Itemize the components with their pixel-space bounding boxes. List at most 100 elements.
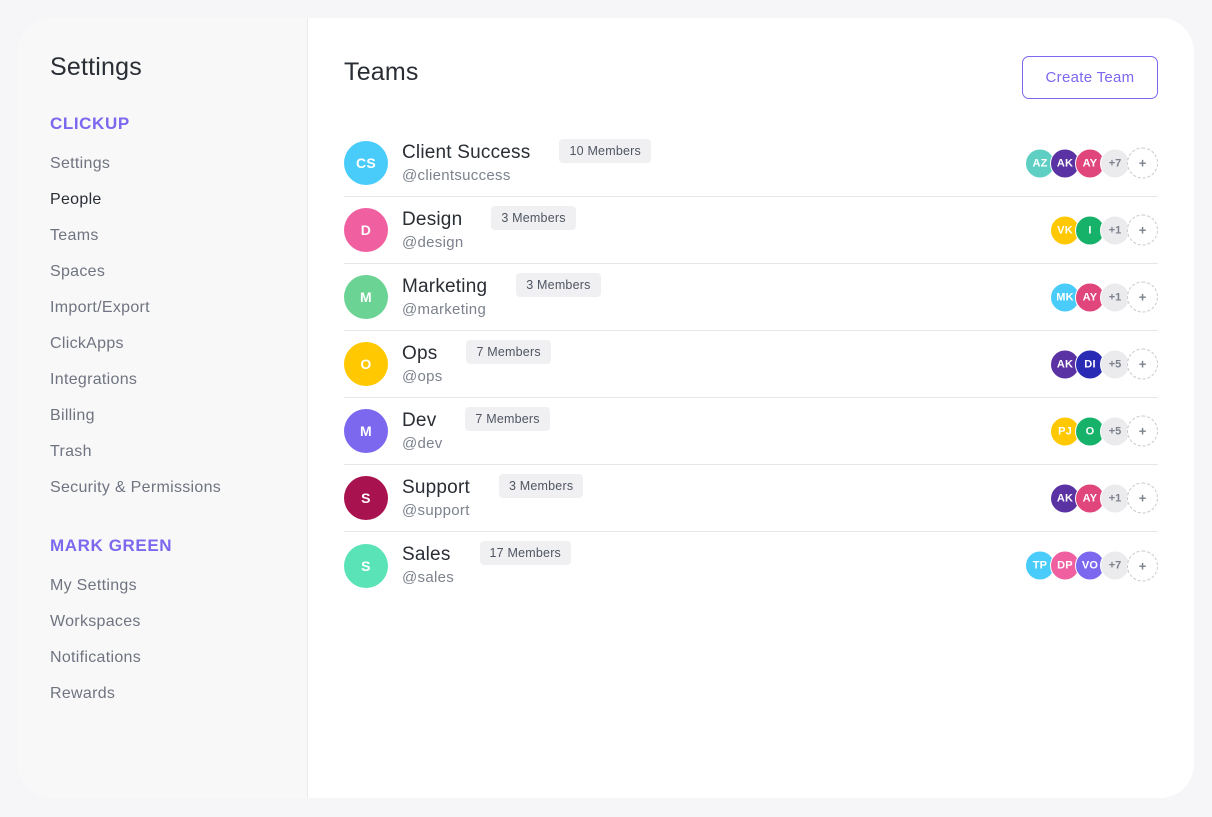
sidebar-item-workspaces[interactable]: Workspaces <box>50 604 307 640</box>
sidebar-item-trash[interactable]: Trash <box>50 434 307 470</box>
more-members-count[interactable]: +1 <box>1100 282 1130 312</box>
member-count-badge: 3 Members <box>516 272 601 297</box>
team-name-line: Sales 17 Members <box>402 541 572 567</box>
section-header-mark-green: MARK GREEN <box>50 536 173 555</box>
add-member-button[interactable]: + <box>1127 281 1158 313</box>
team-name[interactable]: Design <box>402 209 462 231</box>
member-count-badge: 10 Members <box>559 138 651 163</box>
sidebar-item-clickapps[interactable]: ClickApps <box>50 326 307 362</box>
team-row[interactable]: O Ops 7 Members @ops AK DI +5 + <box>344 331 1158 398</box>
sidebar-item-spaces[interactable]: Spaces <box>50 254 307 290</box>
plus-icon: + <box>1138 222 1147 238</box>
add-member-button[interactable]: + <box>1127 415 1158 447</box>
team-avatar: O <box>344 342 388 386</box>
team-info: Ops 7 Members @ops <box>402 339 551 387</box>
member-avatar-stack[interactable]: AK AY +1 + <box>1050 482 1158 514</box>
team-handle: @clientsuccess <box>402 166 511 184</box>
team-handle: @sales <box>402 569 455 586</box>
team-name-line: Marketing 3 Members <box>402 272 601 299</box>
sidebar-item-security-and-permissions[interactable]: Security & Permissions <box>50 470 307 506</box>
member-avatar-stack[interactable]: VK I +1 + <box>1050 214 1158 246</box>
team-handle: @ops <box>402 367 443 385</box>
team-avatar: CS <box>344 141 388 185</box>
more-members-count[interactable]: +7 <box>1100 148 1130 178</box>
team-name[interactable]: Client Success <box>402 142 530 164</box>
add-member-button[interactable]: + <box>1127 482 1158 514</box>
team-info: Sales 17 Members @sales <box>402 541 572 588</box>
team-name-line: Ops 7 Members <box>402 339 551 366</box>
plus-icon: + <box>1138 155 1147 171</box>
team-row[interactable]: S Support 3 Members @support AK AY +1 + <box>344 465 1158 532</box>
team-avatar: S <box>344 476 388 520</box>
sidebar-title: Settings <box>50 53 142 81</box>
team-row[interactable]: S Sales 17 Members @sales TP DP VO +7 + <box>344 532 1158 599</box>
add-member-button[interactable]: + <box>1127 550 1158 581</box>
team-row[interactable]: CS Client Success 10 Members @clientsuccess… <box>344 130 1158 197</box>
sidebar-sections: CLICKUP Settings People Teams Spaces Import/E… <box>50 112 307 712</box>
team-avatar: M <box>344 409 388 453</box>
member-count-badge: 3 Members <box>491 205 576 230</box>
more-members-count[interactable]: +7 <box>1100 550 1130 581</box>
member-avatar-stack[interactable]: PJ O +5 + <box>1050 415 1158 447</box>
plus-icon: + <box>1138 423 1147 439</box>
settings-window: Settings CLICKUP Settings People Teams Space… <box>18 18 1194 798</box>
team-name[interactable]: Ops <box>402 343 437 365</box>
section-header-clickup: CLICKUP <box>50 114 130 133</box>
plus-icon: + <box>1138 356 1147 372</box>
more-members-count[interactable]: +1 <box>1100 215 1130 245</box>
team-info: Marketing 3 Members @marketing <box>402 272 601 320</box>
add-member-button[interactable]: + <box>1127 348 1158 380</box>
team-handle: @marketing <box>402 300 487 318</box>
plus-icon: + <box>1138 490 1147 506</box>
plus-icon: + <box>1138 289 1147 305</box>
team-info: Design 3 Members @design <box>402 205 576 253</box>
more-members-count[interactable]: +5 <box>1100 416 1130 446</box>
sidebar-item-teams[interactable]: Teams <box>50 218 307 254</box>
teams-panel: Teams Create Team CS Client Success 10 Mem… <box>308 18 1194 798</box>
team-handle: @design <box>402 233 464 251</box>
team-name[interactable]: Marketing <box>402 276 487 298</box>
team-name-line: Dev 7 Members <box>402 406 550 433</box>
member-avatar-stack[interactable]: AZ AK AY +7 + <box>1025 147 1158 179</box>
sidebar-item-import-export[interactable]: Import/Export <box>50 290 307 326</box>
add-member-button[interactable]: + <box>1127 147 1158 179</box>
add-member-button[interactable]: + <box>1127 214 1158 246</box>
sidebar-item-people[interactable]: People <box>50 182 307 218</box>
sidebar-item-notifications[interactable]: Notifications <box>50 640 307 676</box>
sidebar-item-billing[interactable]: Billing <box>50 398 307 434</box>
sidebar-item-integrations[interactable]: Integrations <box>50 362 307 398</box>
member-avatar-stack[interactable]: TP DP VO +7 + <box>1025 550 1158 581</box>
team-info: Support 3 Members @support <box>402 473 584 521</box>
member-avatar-stack[interactable]: MK AY +1 + <box>1050 281 1158 313</box>
team-name-line: Client Success 10 Members <box>402 138 651 165</box>
team-avatar: M <box>344 275 388 319</box>
team-name-line: Support 3 Members <box>402 473 584 500</box>
team-row[interactable]: D Design 3 Members @design VK I +1 + <box>344 197 1158 264</box>
team-avatar: S <box>344 543 388 588</box>
member-count-badge: 17 Members <box>479 541 572 565</box>
team-name-line: Design 3 Members <box>402 205 576 232</box>
settings-sidebar: Settings CLICKUP Settings People Teams Space… <box>18 18 308 798</box>
sidebar-item-settings[interactable]: Settings <box>50 146 307 182</box>
team-name[interactable]: Support <box>402 477 470 499</box>
team-name[interactable]: Sales <box>402 544 451 566</box>
team-handle: @support <box>402 501 470 519</box>
member-avatar-stack[interactable]: AK DI +5 + <box>1050 348 1158 380</box>
team-list: CS Client Success 10 Members @clientsuccess… <box>344 130 1158 599</box>
more-members-count[interactable]: +1 <box>1100 483 1130 513</box>
more-members-count[interactable]: +5 <box>1100 349 1130 379</box>
team-info: Dev 7 Members @dev <box>402 406 550 454</box>
plus-icon: + <box>1138 558 1147 573</box>
create-team-button[interactable]: Create Team <box>1022 56 1158 99</box>
sidebar-item-my-settings[interactable]: My Settings <box>50 568 307 604</box>
member-count-badge: 7 Members <box>466 339 551 364</box>
team-row[interactable]: M Marketing 3 Members @marketing MK AY +1 + <box>344 264 1158 331</box>
team-info: Client Success 10 Members @clientsuccess <box>402 138 651 186</box>
team-row[interactable]: M Dev 7 Members @dev PJ O +5 + <box>344 398 1158 465</box>
sidebar-item-rewards[interactable]: Rewards <box>50 676 307 712</box>
team-name[interactable]: Dev <box>402 410 436 432</box>
page-title: Teams <box>344 58 419 86</box>
team-avatar: D <box>344 208 388 252</box>
team-handle: @dev <box>402 434 443 452</box>
